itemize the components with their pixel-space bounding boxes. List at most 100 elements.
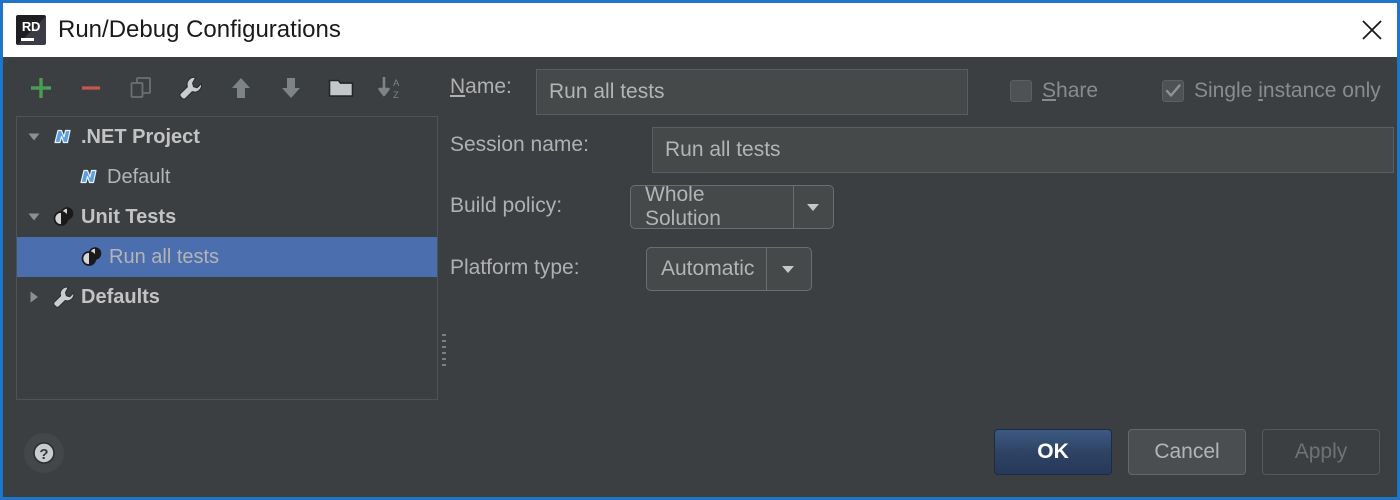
name-label-mnemonic: N — [450, 75, 466, 98]
session-name-input-value: Run all tests — [665, 138, 781, 161]
platform-type-label: Platform type: — [450, 256, 580, 279]
chevron-down-icon — [807, 204, 820, 211]
build-policy-dropdown[interactable]: Whole Solution — [630, 185, 834, 229]
share-label-mnemonic: S — [1042, 79, 1057, 102]
single-instance-label-suffix: nstance only — [1262, 79, 1381, 102]
move-into-folder-button[interactable] — [316, 66, 366, 110]
platform-type-dropdown-arrow[interactable] — [766, 248, 808, 290]
share-label-suffix: hare — [1056, 79, 1099, 102]
panel-splitter[interactable] — [441, 116, 447, 446]
help-button[interactable]: ? — [24, 433, 64, 473]
chevron-right-icon — [30, 291, 38, 303]
sort-az-icon: A Z — [378, 77, 400, 101]
dotnet-icon — [77, 164, 103, 190]
unit-test-icon-glyph — [81, 247, 102, 266]
single-instance-label: Single instance only — [1194, 79, 1381, 103]
sort-alphabetically-button[interactable]: A Z — [366, 66, 416, 110]
tree-item-defaults[interactable]: Defaults — [17, 277, 437, 317]
minus-icon — [82, 86, 100, 90]
folder-icon — [328, 79, 354, 97]
dialog-title: Run/Debug Configurations — [58, 16, 341, 43]
unit-test-icon — [51, 204, 77, 230]
splitter-grip — [442, 334, 446, 368]
tree-item-label: .NET Project — [81, 125, 200, 148]
tree-item-dotnet-project[interactable]: .NET Project — [17, 117, 437, 157]
build-policy-label: Build policy: — [450, 194, 563, 217]
wrench-icon — [51, 284, 77, 310]
dotnet-icon — [51, 124, 77, 150]
copy-icon — [130, 77, 151, 98]
tree-item-run-all-tests[interactable]: Run all tests — [17, 237, 437, 277]
configuration-settings-pane: Name: Run all tests Share Single instanc… — [450, 57, 1394, 497]
edit-templates-button[interactable] — [166, 66, 216, 110]
add-configuration-button[interactable] — [16, 66, 66, 110]
tree-item-label: Unit Tests — [81, 205, 177, 228]
build-policy-field-row: Build policy: — [450, 194, 562, 218]
session-name-field-row: Session name: — [450, 133, 589, 157]
chevron-down-icon — [28, 133, 40, 141]
apply-button[interactable]: Apply — [1262, 429, 1380, 475]
single-instance-checkbox-box — [1162, 80, 1184, 102]
svg-text:Z: Z — [393, 90, 399, 101]
name-label: Name: — [450, 75, 512, 99]
unit-test-icon-glyph — [53, 207, 74, 226]
configurations-tree[interactable]: .NET Project Default Unit Tests Run all … — [16, 116, 438, 400]
cancel-button-label: Cancel — [1154, 440, 1220, 463]
name-field-row: Name: — [450, 75, 512, 99]
tree-item-label: Run all tests — [109, 245, 220, 268]
close-button[interactable] — [1344, 3, 1397, 57]
tree-item-label: Default — [107, 165, 171, 188]
build-policy-dropdown-arrow[interactable] — [792, 186, 833, 228]
rider-app-icon: RD — [16, 15, 46, 45]
help-icon: ? — [33, 442, 55, 464]
chevron-down-icon — [28, 213, 40, 221]
svg-text:?: ? — [39, 446, 48, 463]
session-name-input[interactable]: Run all tests — [652, 127, 1394, 173]
rider-app-icon-text: RD — [21, 19, 41, 34]
tree-item-default[interactable]: Default — [17, 157, 437, 197]
close-icon — [1362, 20, 1382, 40]
wrench-icon — [179, 76, 203, 100]
configurations-toolbar: A Z — [16, 64, 426, 112]
build-policy-value: Whole Solution — [645, 185, 721, 229]
run-debug-configurations-dialog: RD Run/Debug Configurations A Z .NET Pro… — [0, 0, 1400, 500]
plus-icon — [31, 78, 51, 98]
apply-button-label: Apply — [1294, 440, 1348, 463]
ok-button[interactable]: OK — [994, 429, 1112, 475]
wrench-icon-glyph — [53, 286, 75, 308]
single-instance-checkbox[interactable]: Single instance only — [1162, 79, 1381, 103]
ok-button-label: OK — [1037, 440, 1069, 463]
platform-type-value: Automatic — [661, 257, 755, 280]
single-instance-label-prefix: Single — [1194, 79, 1259, 102]
rider-app-icon-underline — [21, 38, 34, 41]
dialog-content: A Z .NET Project Default Unit Tests Run … — [3, 57, 1394, 497]
move-up-button[interactable] — [216, 66, 266, 110]
unit-test-icon — [79, 244, 105, 270]
platform-type-field-row: Platform type: — [450, 256, 580, 280]
checkmark-icon — [1165, 84, 1181, 97]
name-input-value: Run all tests — [549, 80, 665, 103]
title-bar: RD Run/Debug Configurations — [3, 0, 1397, 57]
session-name-label: Session name: — [450, 133, 589, 156]
expand-collapse-toggle[interactable] — [17, 197, 51, 237]
dotnet-icon-glyph — [80, 169, 97, 184]
arrow-down-icon — [282, 78, 300, 98]
name-input[interactable]: Run all tests — [536, 69, 968, 115]
share-checkbox[interactable]: Share — [1010, 79, 1098, 103]
move-down-button[interactable] — [266, 66, 316, 110]
svg-text:A: A — [393, 78, 400, 89]
share-label: Share — [1042, 79, 1098, 103]
tree-item-label: Defaults — [81, 285, 160, 308]
expand-collapse-toggle[interactable] — [17, 117, 51, 157]
platform-type-dropdown[interactable]: Automatic — [646, 247, 812, 291]
arrow-up-icon — [232, 78, 250, 98]
tree-item-unit-tests[interactable]: Unit Tests — [17, 197, 437, 237]
name-label-suffix: ame: — [465, 75, 512, 98]
chevron-down-icon — [781, 266, 794, 273]
copy-configuration-button[interactable] — [116, 66, 166, 110]
remove-configuration-button[interactable] — [66, 66, 116, 110]
cancel-button[interactable]: Cancel — [1128, 429, 1246, 475]
share-checkbox-box — [1010, 80, 1032, 102]
expand-collapse-toggle[interactable] — [17, 277, 51, 317]
dotnet-icon-glyph — [54, 129, 71, 144]
